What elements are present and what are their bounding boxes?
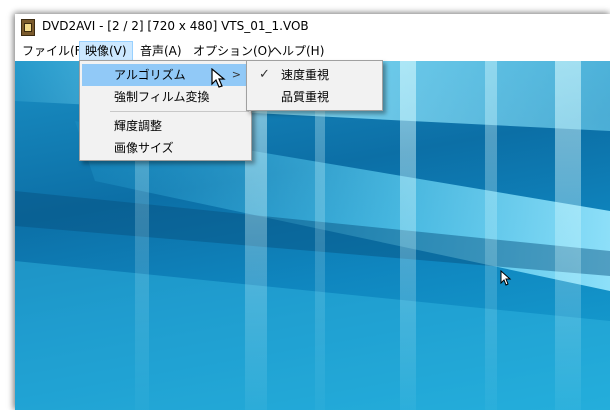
menu-item-image-size[interactable]: 画像サイズ bbox=[82, 137, 249, 159]
arrow-cursor-icon bbox=[500, 270, 512, 286]
submenu-item-speed-label: 速度重視 bbox=[281, 68, 330, 82]
pointer-hand-icon bbox=[211, 68, 226, 88]
menu-item-luminance[interactable]: 輝度調整 bbox=[82, 115, 249, 137]
menu-separator bbox=[110, 111, 249, 112]
menu-audio[interactable]: 音声(A) bbox=[135, 41, 187, 61]
title-bar[interactable]: DVD2AVI - [2 / 2] [720 x 480] VTS_01_1.V… bbox=[15, 14, 610, 41]
app-window: DVD2AVI - [2 / 2] [720 x 480] VTS_01_1.V… bbox=[15, 14, 610, 410]
submenu-item-speed[interactable]: ✓ 速度重視 bbox=[249, 64, 380, 86]
chevron-right-icon: > bbox=[231, 68, 241, 81]
menu-options[interactable]: オプション(O) bbox=[188, 41, 277, 61]
menu-bar: ファイル(F) 映像(V) 音声(A) オプション(O) ヘルプ(H) bbox=[15, 41, 610, 61]
algorithm-submenu: ✓ 速度重視 品質重視 bbox=[246, 60, 383, 111]
submenu-item-quality[interactable]: 品質重視 bbox=[249, 86, 380, 108]
window-title: DVD2AVI - [2 / 2] [720 x 480] VTS_01_1.V… bbox=[42, 19, 309, 33]
menu-video[interactable]: 映像(V) bbox=[79, 41, 133, 61]
check-icon: ✓ bbox=[259, 67, 270, 82]
menu-item-algorithm-label: アルゴリズム bbox=[114, 68, 186, 82]
menu-help[interactable]: ヘルプ(H) bbox=[265, 41, 329, 61]
film-icon bbox=[21, 19, 35, 36]
